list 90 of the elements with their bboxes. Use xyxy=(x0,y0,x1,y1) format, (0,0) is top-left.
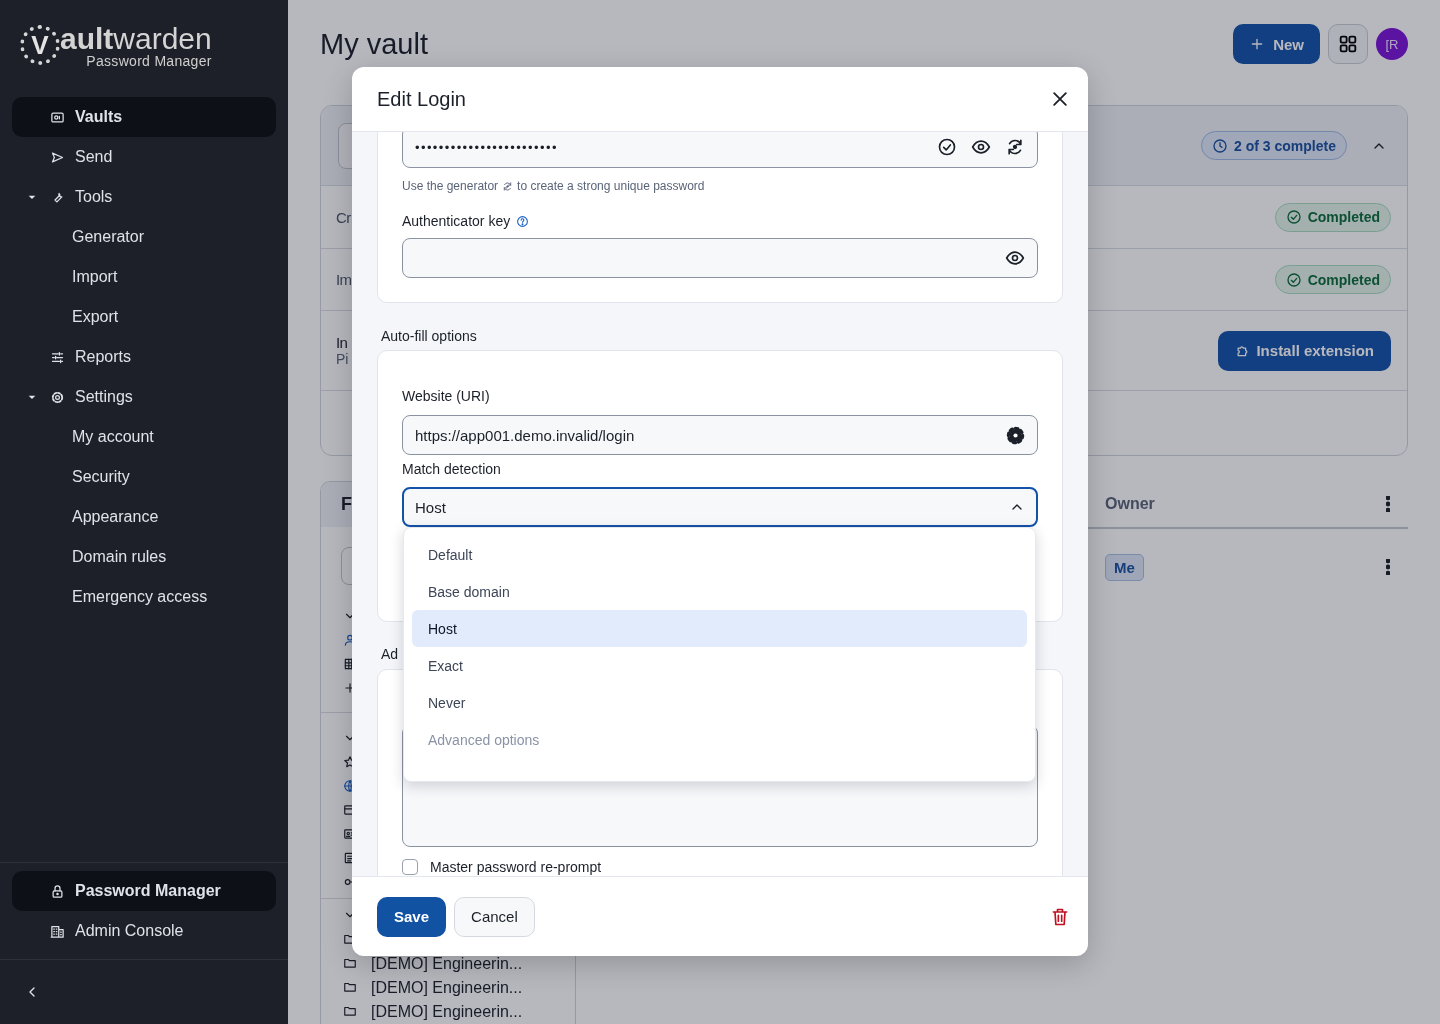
show-key-button[interactable] xyxy=(1005,248,1025,268)
match-detection-select[interactable]: Host xyxy=(402,487,1038,527)
task-description: Pi xyxy=(336,351,349,367)
dropdown-option[interactable]: Never xyxy=(412,684,1027,721)
field-label: Website (URI) xyxy=(402,387,491,405)
dropdown-option[interactable]: Base domain xyxy=(412,573,1027,610)
lock-icon xyxy=(50,883,65,899)
logo-subtitle: Password Manager xyxy=(86,53,212,69)
checkbox[interactable] xyxy=(402,859,418,875)
building-icon xyxy=(50,923,65,939)
user-avatar[interactable]: [R xyxy=(1376,28,1408,60)
install-extension-button[interactable]: Install extension xyxy=(1218,330,1391,371)
task-title: In xyxy=(336,334,349,351)
check-password-button[interactable] xyxy=(937,137,957,157)
kebab-icon xyxy=(1386,496,1390,512)
option-group-label: Advanced options xyxy=(427,730,541,750)
eye-icon xyxy=(971,137,991,157)
eye-icon xyxy=(1005,248,1025,268)
nav-item[interactable]: Emergency access xyxy=(12,577,276,617)
nav-item[interactable]: Vaults xyxy=(12,97,276,137)
nav-item[interactable]: Reports xyxy=(12,337,276,377)
folder-name[interactable]: [DEMO] Engineerin... xyxy=(371,979,523,995)
nav-item[interactable]: Domain rules xyxy=(12,537,276,577)
field-label: Match detection xyxy=(402,460,502,478)
kebab-icon xyxy=(1386,559,1390,575)
close-icon xyxy=(1050,89,1070,109)
check-circle-icon xyxy=(1285,209,1302,225)
save-button[interactable]: Save xyxy=(377,896,447,937)
regenerate-icon xyxy=(502,180,514,192)
grid-icon xyxy=(1337,33,1359,55)
owner-badge: Me xyxy=(1105,553,1144,581)
nav-item[interactable]: Send xyxy=(12,137,276,177)
uri-value: https://app001.demo.invalid/login xyxy=(415,426,636,444)
clock-icon xyxy=(1212,137,1229,154)
folder-icon xyxy=(343,980,357,994)
dropdown-option[interactable]: Exact xyxy=(412,647,1027,684)
check-circle-icon xyxy=(1285,271,1302,288)
nav-item[interactable]: Admin Console xyxy=(12,911,276,951)
password-value: •••••••••••••••••••••••• xyxy=(415,139,559,155)
folder-icon xyxy=(343,956,357,970)
nav-item[interactable]: Appearance xyxy=(12,497,276,537)
field-label: Authenticator key xyxy=(402,212,511,230)
show-password-button[interactable] xyxy=(971,137,991,157)
check-circle-icon xyxy=(937,137,957,157)
password-field[interactable]: •••••••••••••••••••••••• xyxy=(402,132,1038,168)
send-icon xyxy=(50,149,65,165)
dropdown-option[interactable]: Host xyxy=(412,610,1027,647)
regenerate-icon xyxy=(1005,137,1025,157)
hint-text: to create a strong unique password xyxy=(517,178,705,194)
section-heading: Auto-fill options xyxy=(380,327,478,345)
dialog-title: Edit Login xyxy=(377,87,466,111)
page-title: My vault xyxy=(320,27,429,62)
nav-item[interactable]: Password Manager xyxy=(12,871,276,911)
folder-name[interactable]: [DEMO] Engineerin... xyxy=(371,955,523,971)
nav-item[interactable]: Generator xyxy=(12,217,276,257)
select-value: Host xyxy=(415,498,447,516)
task-title: Cr xyxy=(336,208,351,226)
folder-name[interactable]: [DEMO] Engineerin... xyxy=(371,1003,523,1019)
nav-item[interactable]: Security xyxy=(12,457,276,497)
completed-badge: Completed xyxy=(1274,265,1391,294)
task-title: Im xyxy=(336,271,352,288)
more-options-button[interactable] xyxy=(1386,559,1390,575)
dropdown-option[interactable]: Default xyxy=(412,536,1027,573)
logo-mark: V xyxy=(20,25,60,65)
nav-item[interactable]: Tools xyxy=(12,177,276,217)
apps-button[interactable] xyxy=(1328,24,1368,64)
column-header[interactable]: Owner xyxy=(1105,495,1368,513)
delete-button[interactable] xyxy=(1050,906,1070,927)
nav-item[interactable]: Settings xyxy=(12,377,276,417)
vault-icon xyxy=(50,109,65,125)
progress-badge: 2 of 3 complete xyxy=(1201,131,1347,160)
uri-field[interactable]: https://app001.demo.invalid/login xyxy=(402,415,1038,455)
section-heading: Ad xyxy=(380,645,400,663)
completed-badge: Completed xyxy=(1274,202,1391,232)
new-button[interactable]: New xyxy=(1233,24,1320,64)
help-icon xyxy=(516,214,530,228)
nav-item[interactable]: Export xyxy=(12,297,276,337)
trash-icon xyxy=(1050,906,1070,927)
folder-icon xyxy=(343,1004,357,1018)
logo-text: aultwarden xyxy=(60,25,212,53)
cancel-button[interactable]: Cancel xyxy=(454,896,535,937)
close-button[interactable] xyxy=(1050,89,1070,109)
checkbox-label[interactable]: Master password re-prompt xyxy=(430,859,602,875)
sliders-icon xyxy=(50,349,65,365)
hint-text: Use the generator xyxy=(402,178,499,194)
nav-item[interactable]: Import xyxy=(12,257,276,297)
more-options-button[interactable] xyxy=(1386,496,1390,512)
nav-item[interactable]: My account xyxy=(12,417,276,457)
authenticator-field[interactable] xyxy=(402,238,1038,278)
generate-password-button[interactable] xyxy=(1005,137,1025,157)
